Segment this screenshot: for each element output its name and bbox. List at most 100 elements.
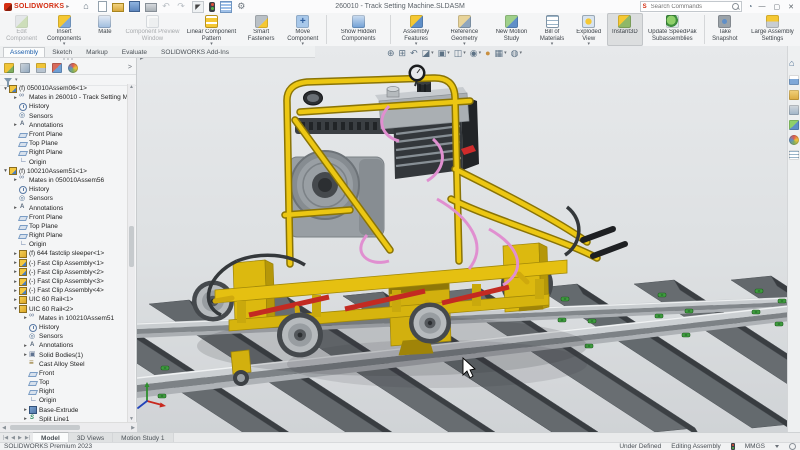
view-settings-button[interactable]: ▾: [511, 48, 522, 58]
tree-item[interactable]: Front Plane: [0, 130, 128, 139]
tree-item[interactable]: History: [0, 323, 128, 332]
expander-icon[interactable]: ▸: [22, 352, 29, 358]
configurationmanager-tab[interactable]: [36, 63, 46, 73]
redo-icon[interactable]: [177, 2, 187, 12]
expander-icon[interactable]: ▸: [12, 251, 19, 257]
tree-item[interactable]: Right: [0, 387, 128, 396]
next-sheet-icon[interactable]: ▶: [17, 435, 23, 441]
options-icon[interactable]: [237, 2, 247, 12]
tree-item[interactable]: Origin: [0, 158, 128, 167]
tree-item[interactable]: ▸(f) 644 fastclip sleeper<1>: [0, 249, 128, 258]
dimxpertmanager-tab[interactable]: [52, 63, 62, 73]
tree-item[interactable]: ▸Mates in 100210Assem51: [0, 314, 128, 323]
tree-item[interactable]: Cast Alloy Steel: [0, 360, 128, 369]
assembly-features-button[interactable]: Assembly Features▾: [393, 13, 439, 46]
scroll-left-icon[interactable]: ◀: [0, 425, 8, 431]
design-library-icon[interactable]: [789, 90, 799, 100]
search-commands-box[interactable]: S: [640, 1, 742, 12]
undo-icon[interactable]: [162, 2, 172, 12]
tree-item[interactable]: Front Plane: [0, 213, 128, 222]
select-icon[interactable]: [192, 1, 204, 13]
tree-item[interactable]: Origin: [0, 240, 128, 249]
tab-sketch[interactable]: Sketch: [45, 47, 79, 57]
display-settings-icon[interactable]: [220, 1, 232, 13]
expander-icon[interactable]: ▸: [12, 297, 19, 303]
home-icon[interactable]: [789, 60, 799, 70]
close-button[interactable]: ✕: [788, 3, 794, 11]
prev-sheet-icon[interactable]: ◀: [10, 435, 16, 441]
tree-horizontal-scrollbar[interactable]: ◀ ▶: [0, 422, 137, 432]
move-component-button[interactable]: Move Component▾: [281, 13, 324, 46]
filter-caret-icon[interactable]: ▾: [15, 77, 18, 83]
smart-fasteners-button[interactable]: Smart Fasteners: [241, 13, 281, 46]
minimize-button[interactable]: —: [759, 3, 766, 11]
expander-icon[interactable]: ▸: [12, 177, 19, 183]
expander-icon[interactable]: ▸: [12, 205, 19, 211]
mate-button[interactable]: Mate: [87, 13, 123, 46]
tab-markup[interactable]: Markup: [79, 47, 115, 57]
display-style-button[interactable]: ▾: [454, 48, 466, 58]
tab-evaluate[interactable]: Evaluate: [115, 47, 154, 57]
graphics-area[interactable]: ▸ ▾▾▾▾▾▾: [137, 46, 787, 432]
expander-icon[interactable]: ▸: [12, 95, 19, 101]
view-palette-icon[interactable]: [789, 120, 799, 130]
take-snapshot-button[interactable]: Take Snapshot: [707, 13, 743, 46]
new-document-icon[interactable]: [98, 1, 107, 12]
home-icon[interactable]: [83, 2, 93, 12]
expander-icon[interactable]: ▸: [12, 122, 19, 128]
tree-item[interactable]: ▸(-) Fast Clip Assembly<3>: [0, 277, 128, 286]
scrollbar-thumb[interactable]: [129, 226, 134, 267]
save-icon[interactable]: [129, 1, 140, 12]
hide-show-items-button[interactable]: ▾: [470, 48, 481, 58]
propertymanager-tab[interactable]: [20, 63, 30, 73]
tree-item[interactable]: Top: [0, 378, 128, 387]
component-preview-window-button[interactable]: Component Preview Window: [123, 13, 182, 46]
expander-icon[interactable]: ▸: [22, 407, 29, 413]
scroll-up-icon[interactable]: ▲: [128, 84, 135, 91]
tree-item[interactable]: Front: [0, 369, 128, 378]
caret-down-icon[interactable]: [775, 445, 779, 448]
maximize-button[interactable]: ▢: [774, 3, 781, 11]
tree-item[interactable]: ▸(-) Fast Clip Assembly<1>: [0, 259, 128, 268]
3d-viewport[interactable]: [137, 46, 787, 432]
expander-icon[interactable]: ▸: [22, 315, 29, 321]
status-badge-icon[interactable]: [789, 443, 796, 450]
expander-icon[interactable]: ▸: [12, 279, 19, 285]
tree-item[interactable]: ▸(-) Fast Clip Assembly<4>: [0, 286, 128, 295]
bill-of-materials-button[interactable]: Bill of Materials▾: [533, 13, 570, 46]
tree-item[interactable]: Sensors: [0, 194, 128, 203]
linear-component-pattern-button[interactable]: Linear Component Pattern▾: [182, 13, 241, 46]
help-icon[interactable]: ◔: [748, 2, 753, 12]
search-input[interactable]: [649, 3, 730, 11]
tree-item[interactable]: ▸Base-Extrude: [0, 406, 128, 415]
file-explorer-icon[interactable]: [789, 105, 799, 115]
scroll-right-icon[interactable]: ▶: [129, 425, 137, 431]
menu-expand-icon[interactable]: ▸: [66, 3, 69, 10]
rebuild-icon[interactable]: [209, 2, 215, 12]
instant3d-button[interactable]: Instant3D: [607, 13, 643, 46]
tree-item[interactable]: ▸Mates in 050010Assem56: [0, 176, 128, 185]
print-icon[interactable]: [145, 3, 157, 12]
update-speedpak-subassemblies-button[interactable]: Update SpeedPak Subassemblies: [643, 13, 702, 46]
tree-item[interactable]: ▸Annotations: [0, 121, 128, 130]
panel-tabs-overflow-icon[interactable]: >: [128, 64, 132, 71]
apply-scene-button[interactable]: ▾: [495, 48, 507, 58]
expander-icon[interactable]: ▾: [2, 168, 9, 174]
reference-geometry-button[interactable]: Reference Geometry▾: [439, 13, 489, 46]
expander-icon[interactable]: ▸: [12, 260, 19, 266]
tab-assembly[interactable]: Assembly: [3, 47, 45, 57]
view-orientation-button[interactable]: ▾: [438, 48, 450, 58]
hscrollbar-thumb[interactable]: [10, 425, 80, 430]
expander-icon[interactable]: ▸: [12, 288, 19, 294]
tree-item[interactable]: ▾UIC 60 Rail<2>: [0, 305, 128, 314]
expander-icon[interactable]: ▾: [2, 86, 9, 92]
edit-appearance-button[interactable]: [485, 48, 490, 58]
tree-item[interactable]: Top Plane: [0, 222, 128, 231]
filter-icon[interactable]: [4, 78, 12, 83]
tree-item[interactable]: ▸(-) Fast Clip Assembly<2>: [0, 268, 128, 277]
solidworks-resources-icon[interactable]: [789, 75, 799, 85]
show-hidden-components-button[interactable]: Show Hidden Components: [329, 13, 388, 46]
featuremanager-tab[interactable]: [4, 63, 14, 73]
zoom-fit-button[interactable]: [387, 48, 395, 58]
app-logo[interactable]: SOLIDWORKS ▸: [0, 3, 73, 11]
